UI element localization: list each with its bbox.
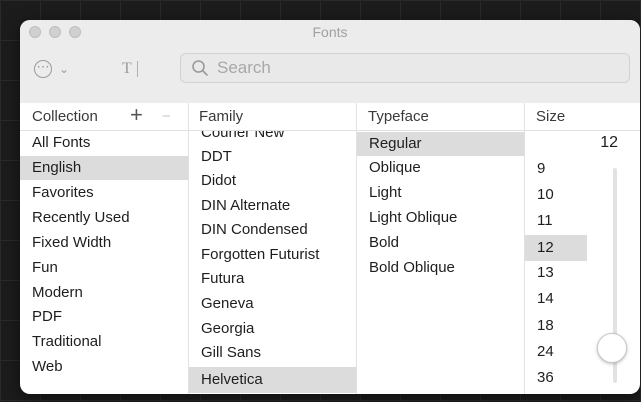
collection-item[interactable]: Fun	[20, 256, 188, 280]
family-item[interactable]: Forgotten Futurist	[189, 243, 356, 267]
collection-item[interactable]: Fixed Width	[20, 231, 188, 255]
family-item[interactable]: Geneva	[189, 292, 356, 316]
collection-item[interactable]: PDF	[20, 305, 188, 329]
size-item[interactable]: 12	[525, 235, 587, 261]
collection-header: Collection	[32, 108, 98, 125]
size-item[interactable]: 18	[525, 314, 587, 338]
title-bar: Fonts ⋯ ⌄ T	[20, 20, 640, 113]
collection-item[interactable]: Web	[20, 355, 188, 379]
search-icon	[192, 60, 208, 76]
search-input[interactable]	[215, 57, 599, 79]
size-item[interactable]: 13	[525, 261, 587, 285]
collection-item[interactable]: Recently Used	[20, 206, 188, 230]
typeface-item[interactable]: Regular	[357, 132, 524, 156]
size-item[interactable]: 24	[525, 340, 587, 364]
chevron-down-icon: ⌄	[59, 62, 70, 76]
text-t-icon: T	[122, 60, 132, 77]
family-item[interactable]: Courier New	[189, 131, 356, 145]
action-menu-button[interactable]: ⋯ ⌄	[34, 56, 69, 82]
size-item[interactable]: 10	[525, 183, 587, 207]
family-item[interactable]: DIN Condensed	[189, 218, 356, 242]
remove-collection-button[interactable]: −	[162, 103, 171, 130]
fonts-window: Fonts ⋯ ⌄ T Collection + − Family Typefa…	[20, 20, 640, 394]
text-cursor-icon	[136, 61, 138, 77]
typeface-list: Regular Oblique Light Light Oblique Bold…	[357, 131, 524, 394]
search-field[interactable]	[180, 53, 630, 83]
text-format-button[interactable]: T	[122, 56, 138, 82]
typeface-item[interactable]: Bold Oblique	[357, 256, 524, 280]
collection-item[interactable]: Traditional	[20, 330, 188, 354]
typeface-item[interactable]: Light Oblique	[357, 206, 524, 230]
size-field[interactable]	[526, 132, 620, 154]
family-item[interactable]: Helvetica	[189, 367, 356, 393]
size-header: Size	[536, 108, 566, 125]
size-item[interactable]: 11	[525, 209, 587, 233]
collection-list: All Fonts English Favorites Recently Use…	[20, 131, 188, 394]
size-slider-knob[interactable]	[597, 333, 627, 363]
typeface-item[interactable]: Oblique	[357, 156, 524, 180]
family-header: Family	[199, 108, 244, 125]
size-item[interactable]: 36	[525, 366, 587, 390]
window-title: Fonts	[312, 24, 348, 40]
ellipsis-circle-icon: ⋯	[34, 60, 52, 78]
family-item[interactable]: Futura	[189, 267, 356, 291]
add-collection-button[interactable]: +	[130, 103, 143, 130]
family-item[interactable]: Gill Sans	[189, 341, 356, 365]
size-item[interactable]: 14	[525, 287, 587, 311]
collection-item[interactable]: English	[20, 156, 188, 180]
typeface-item[interactable]: Light	[357, 181, 524, 205]
typeface-item[interactable]: Bold	[357, 231, 524, 255]
collection-item[interactable]: Modern	[20, 281, 188, 305]
family-item[interactable]: DDT	[189, 145, 356, 169]
family-item[interactable]: Didot	[189, 169, 356, 193]
typeface-header: Typeface	[368, 108, 429, 125]
family-item[interactable]: Georgia	[189, 317, 356, 341]
collection-item[interactable]: All Fonts	[20, 131, 188, 155]
size-list: 9 10 11 12 13 14 18 24 36	[525, 155, 587, 394]
size-item[interactable]: 9	[525, 157, 587, 181]
family-list: Courier New DDT Didot DIN Alternate DIN …	[189, 131, 356, 394]
family-item[interactable]: DIN Alternate	[189, 194, 356, 218]
collection-item[interactable]: Favorites	[20, 181, 188, 205]
column-headers: Collection + − Family Typeface Size	[20, 103, 640, 131]
